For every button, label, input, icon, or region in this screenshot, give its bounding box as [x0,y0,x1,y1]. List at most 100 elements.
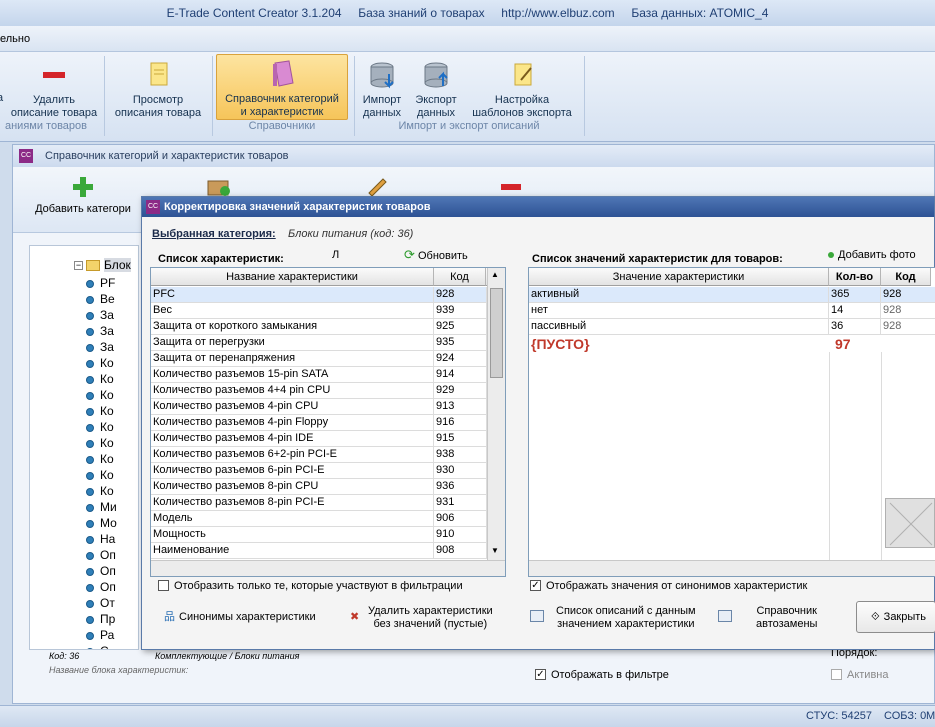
tree-node[interactable]: Ве [100,292,115,306]
table-row[interactable]: Защита от перегрузки 935 [151,335,487,351]
selected-category-label: Выбранная категория: [152,228,276,240]
export-templates-button[interactable]: Настройка шаблонов экспорта [464,60,580,120]
table-row[interactable]: пассивный 36 928 [529,319,935,335]
char-list-label: Список характеристик: [158,253,284,265]
delete-description-button[interactable]: Удалить описание товара [8,60,100,120]
tree-node[interactable]: Ко [100,484,114,498]
tree-expander[interactable]: − [74,261,83,270]
description-list-button[interactable]: Список описаний с данным значением харак… [530,605,696,631]
values-grid[interactable]: Значение характеристики Кол-во Код актив… [528,267,935,577]
column-header[interactable]: Код [434,268,486,286]
tree-node[interactable]: Ми [100,500,117,514]
tree-root[interactable]: Блок [104,258,131,272]
tree-node[interactable]: Ко [100,404,114,418]
box-icon[interactable] [205,173,233,197]
column-header[interactable]: Кол-во [829,268,881,286]
column-header[interactable]: Код [881,268,931,286]
menu-item[interactable]: ельно [0,26,30,52]
table-row[interactable]: Количество разъемов 15-pin SATA 914 [151,367,487,383]
view-description-button[interactable]: Просмотр описания товара [110,60,206,120]
table-cell: 930 [434,463,487,479]
characteristics-grid[interactable]: Название характеристики Код PFC 928 Вес 939… [150,267,506,577]
tree-node[interactable]: Мо [100,516,117,530]
table-row[interactable]: Количество разъемов 4+4 pin CPU 929 [151,383,487,399]
edit-values-dialog: CC Корректировка значений характеристик … [141,196,935,650]
table-row[interactable]: PFC 928 [151,287,487,303]
tree-node[interactable]: Оп [100,580,116,594]
table-cell: Модель [151,511,434,527]
table-row[interactable]: Модель 906 [151,511,487,527]
tree-node[interactable]: PF [100,276,115,290]
category-tree[interactable]: − Блок PF Ве За За За Ко Ко Ко Ко Ко Ко Ко Ко Ко Ми Мо Н… [29,245,139,650]
tree-node[interactable]: От [100,596,115,610]
table-row[interactable]: Количество разъемов 4-pin CPU 913 [151,399,487,415]
empty-count: 97 [835,336,851,352]
tree-node[interactable]: Пр [100,612,115,626]
table-row[interactable]: Защита от короткого замыкания 925 [151,319,487,335]
empty-value[interactable]: {ПУСТО} [531,336,590,352]
table-row[interactable]: нет 14 928 [529,303,935,319]
tree-node[interactable]: Ко [100,452,114,466]
autoreplace-button[interactable]: Справочник автозамены [718,605,817,631]
synonyms-button[interactable]: 品 Синонимы характеристики [164,611,316,624]
tree-node[interactable]: Ко [100,468,114,482]
tree-node[interactable]: На [100,532,115,546]
table-row[interactable]: Количество разъемов 8-pin PCI-E 931 [151,495,487,511]
tree-node[interactable]: Ко [100,388,114,402]
tree-node-icon [86,328,94,336]
table-row[interactable]: Защита от перенапряжения 924 [151,351,487,367]
export-data-button[interactable]: Экспорт данных [410,60,462,120]
column-header[interactable]: Название характеристики [151,268,434,286]
filter-only-checkbox[interactable] [158,580,169,591]
add-photo-button[interactable]: Добавить фото [828,249,916,261]
table-cell: Количество разъемов 4-pin Floppy [151,415,434,431]
ribbon-group-label: Справочники [248,120,316,132]
scroll-thumb[interactable] [490,288,503,378]
tree-node[interactable]: Ко [100,356,114,370]
status-item: СОБЗ: 0 [884,710,927,722]
tree-node[interactable]: За [100,340,114,354]
tree-node[interactable]: Оп [100,564,116,578]
tree-node[interactable]: Ко [100,372,114,386]
tree-node[interactable]: Ко [100,436,114,450]
table-row[interactable]: Количество разъемов 6+2-pin PCI-E 938 [151,447,487,463]
table-row[interactable]: Количество разъемов 8-pin CPU 936 [151,479,487,495]
tree-node[interactable]: Оп [100,548,116,562]
active-checkbox[interactable] [831,669,842,680]
table-cell: Количество разъемов 15-pin SATA [151,367,434,383]
table-row[interactable]: Количество разъемов 6-pin PCI-E 930 [151,463,487,479]
table-row[interactable]: активный 365 928 [529,287,935,303]
add-category-button[interactable]: Добавить категори [27,175,139,215]
table-cell: Защита от короткого замыкания [151,319,434,335]
hierarchy-icon: 品 [164,611,175,623]
horizontal-scrollbar[interactable] [529,560,935,576]
tree-node[interactable]: С [100,644,109,649]
tree-node[interactable]: Ра [100,628,114,642]
l-char: Л [332,249,340,261]
tree-node[interactable]: За [100,324,114,338]
table-row[interactable]: Вес 939 [151,303,487,319]
tree-node[interactable]: Ко [100,420,114,434]
ribbon-partial-button[interactable]: а [0,92,6,105]
refresh-button[interactable]: ⟳ Обновить [404,247,468,263]
table-cell: нет [529,303,829,319]
table-cell: Защита от перегрузки [151,335,434,351]
horizontal-scrollbar[interactable] [151,560,505,576]
show-synonyms-checkbox[interactable]: ✓ [530,580,541,591]
selected-category-value: Блоки питания (код: 36) [288,228,414,240]
minus-icon[interactable] [499,177,523,197]
import-data-button[interactable]: Импорт данных [358,60,406,120]
edit-icon[interactable] [365,173,389,197]
table-row[interactable]: Количество разъемов 4-pin Floppy 916 [151,415,487,431]
table-row[interactable]: Наименование 908 [151,543,487,559]
category-reference-button[interactable]: Справочник категорий и характеристик [216,54,348,120]
close-button[interactable]: ⟐ Закрыть [856,601,935,633]
delete-empty-button[interactable]: ✖ Удалить характеристики без значений (п… [350,605,493,631]
tree-node[interactable]: За [100,308,114,322]
vertical-scrollbar[interactable]: ▲ ▼ [487,268,505,560]
table-row[interactable]: Количество разъемов 4-pin IDE 915 [151,431,487,447]
table-row[interactable]: Мощность 910 [151,527,487,543]
show-in-filter-checkbox[interactable]: ✓ [535,669,546,680]
table-cell: Количество разъемов 6-pin PCI-E [151,463,434,479]
column-header[interactable]: Значение характеристики [529,268,829,286]
